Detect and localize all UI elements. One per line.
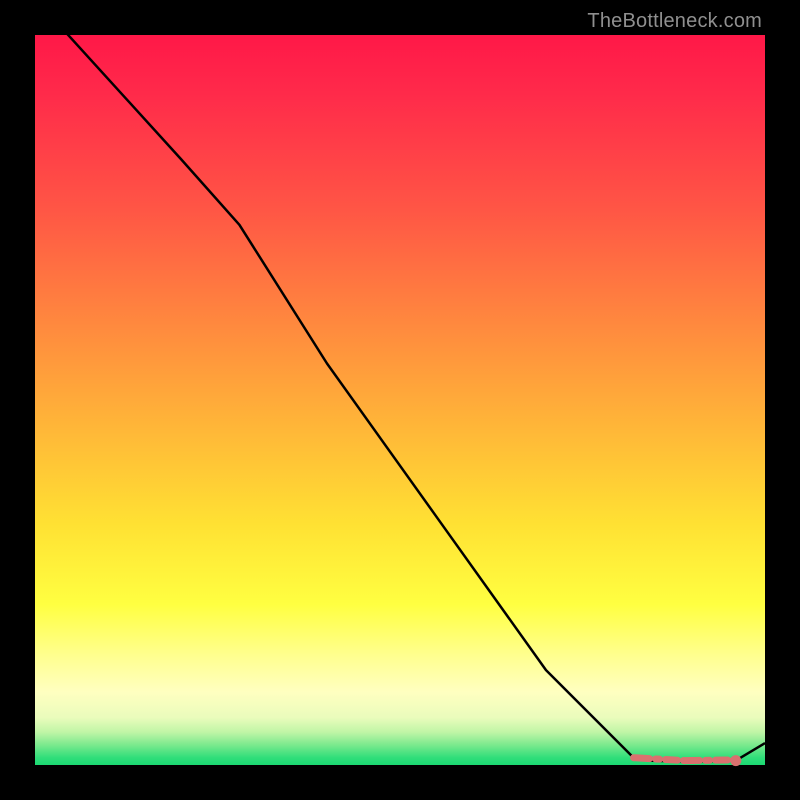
watermark-text: TheBottleneck.com: [587, 10, 762, 33]
plot-area: [35, 35, 765, 765]
bottom-flat-highlight: [634, 758, 736, 761]
bottom-flat-end-dot: [730, 755, 741, 766]
curve-svg: [35, 35, 765, 765]
main-curve: [35, 0, 765, 761]
curve-layer: [35, 0, 765, 761]
chart-frame: TheBottleneck.com: [0, 0, 800, 800]
flat-highlight-layer: [634, 755, 742, 766]
